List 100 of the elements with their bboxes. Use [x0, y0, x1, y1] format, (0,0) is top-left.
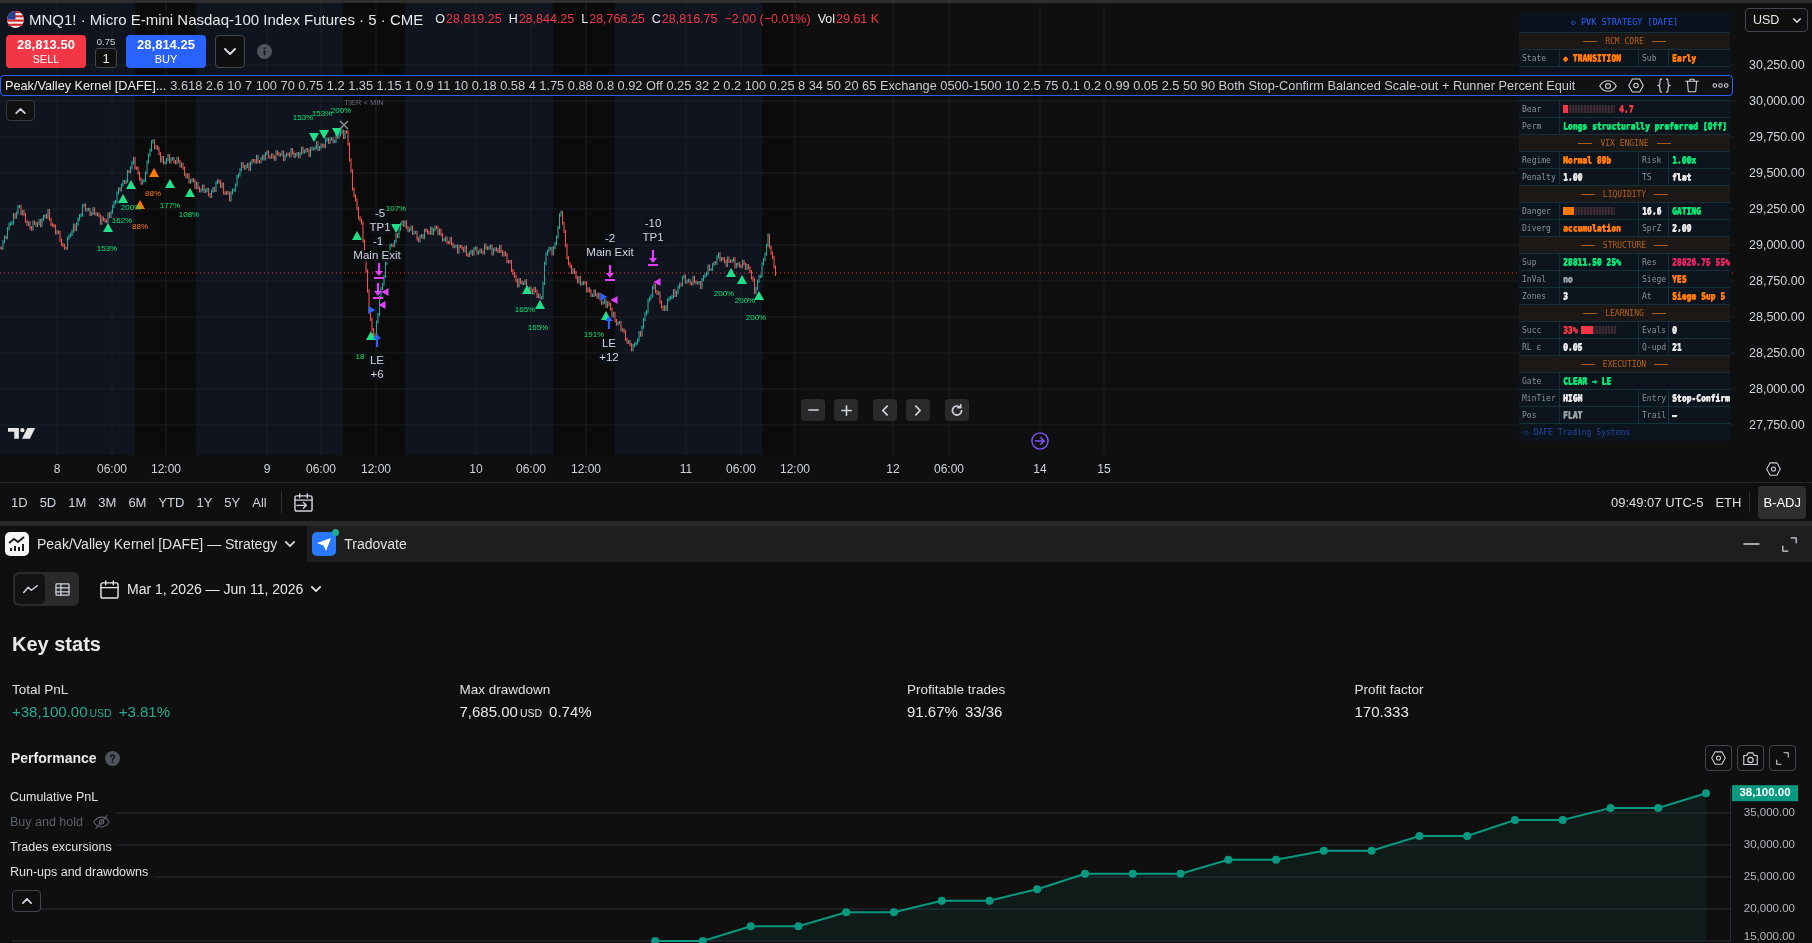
table-cell: 16.6 [1638, 203, 1668, 219]
axis-label: 35,000.00 [1743, 806, 1795, 819]
table-cell: Stop-Confirm [1668, 390, 1730, 406]
spread-value: 0.75 [96, 36, 116, 48]
signal-label: 165% [514, 306, 536, 314]
stat-value: 170.333 [1354, 702, 1409, 722]
signal-label: 153% [96, 245, 118, 253]
time-label: 06:00 [726, 462, 756, 476]
table-cell: 1.00x [1668, 152, 1730, 168]
stat-change: 0.74% [549, 702, 592, 722]
signal-label: 177% [159, 202, 181, 210]
trade-label: TP1 [368, 222, 392, 234]
trade-label: +6 [369, 369, 385, 381]
axis-label: 15,000.00 [1743, 930, 1795, 943]
table-cell: HIGH [1559, 390, 1638, 406]
section-title: LIQUIDITY [1602, 189, 1647, 199]
time-label: 06:00 [516, 462, 546, 476]
trade-label: -5 [373, 208, 387, 220]
price-label: 29,250.00 [1748, 201, 1805, 218]
row-label: Penalty [1521, 171, 1557, 184]
row-label: Trail [1638, 407, 1668, 423]
row-label: Danger [1521, 205, 1552, 218]
row-label: Pos [1521, 409, 1538, 422]
section-title: RCM CORE [1605, 36, 1644, 46]
row-label: Risk [1638, 152, 1668, 168]
stat-change: +3.81% [118, 702, 170, 722]
indicator-params: 3.618 2.6 10 7 100 70 0.75 1.2 1.35 1.15 1 0.9 11 10 0.18 0.58 4 1.75 0.88 0.8 0.92 Off 0.25 32 2 0.2 100 0.25 8 34 50 20 65 Exchange 0500-1500 10 2.5 75 0.1 0.2 0.99 0.05 2.5 50 90 Both Stop-Confirm Balanced Scale-out + Runner Percent Equit [170, 78, 1576, 93]
section-title: STRUCTURE [1602, 240, 1647, 250]
table-cell: CLEAR → LE [1559, 373, 1730, 389]
price-label: 28,000.00 [1748, 381, 1805, 398]
axis-label: 20,000.00 [1743, 902, 1795, 915]
trade-label: -1 [371, 236, 385, 248]
row-label: Succ [1521, 324, 1543, 337]
price-label: 29,500.00 [1748, 165, 1805, 182]
clock: 09:49:07 UTC-5 [1610, 494, 1704, 510]
price-label: 30,250.00 [1748, 57, 1805, 74]
row-label: InVal [1521, 273, 1548, 286]
section-title: VIX ENGINE [1600, 138, 1649, 148]
table-cell: GATING [1668, 203, 1730, 219]
row-label: Sup [1521, 256, 1538, 269]
row-label: Evals [1638, 322, 1668, 338]
meter-reading: 4.7 [1619, 104, 1634, 114]
row-label: State [1521, 52, 1548, 65]
row-label: MinTier [1521, 392, 1557, 405]
time-label: 8 [53, 462, 61, 476]
signal-label: 88% [132, 223, 148, 231]
time-label: 06:00 [934, 462, 964, 476]
price-label: 30,000.00 [1748, 93, 1805, 110]
time-label: 06:00 [306, 462, 336, 476]
table-cell: 0 [1668, 322, 1730, 338]
ohlc-value: 28,844.25 [518, 12, 575, 26]
signal-label: 108% [178, 211, 200, 219]
trade-label: +12 [598, 352, 620, 364]
time-label: 12:00 [780, 462, 810, 476]
trade-label: TP1 [641, 232, 665, 244]
price-label: 28,750.00 [1748, 273, 1805, 290]
row-label: RL ε [1521, 341, 1543, 354]
table-cell: YES [1668, 271, 1730, 287]
last-value-label: 38,100.00 [1732, 785, 1798, 802]
ohlc-label: C [651, 12, 661, 26]
table-cell: ◆ TRANSITION [1559, 50, 1638, 66]
table-cell: — [1668, 407, 1730, 423]
price-label: 28,500.00 [1748, 309, 1805, 326]
ohlc-value: 28,819.25 [446, 12, 502, 26]
signal-label: 107% [385, 205, 407, 213]
signal-label: 88% [145, 190, 161, 198]
stat-unit: USD [519, 706, 543, 721]
price-change: −2.00 (−0.01%) [724, 12, 811, 26]
trade-label: -10 [643, 218, 663, 230]
signal-label: 200% [734, 297, 756, 305]
stat-unit: USD [89, 706, 112, 721]
meter-reading: 33% [1563, 325, 1578, 335]
section-heading: Key stats [12, 632, 102, 656]
stat-value: +38,100.00 [12, 702, 88, 722]
ohlc-label: L [581, 12, 589, 26]
stat-value: 91.67% [907, 702, 958, 722]
time-label: 12 [886, 462, 900, 476]
signal-label: 200% [713, 290, 735, 298]
panel-footer: ◇ DAFE Trading Systems [1519, 423, 1730, 441]
table-cell: Normal 89b [1559, 152, 1638, 168]
signal-label: 200% [120, 204, 142, 212]
stat-label: Profitable trades [907, 681, 1007, 699]
table-cell: 28811.50 25% [1559, 254, 1638, 270]
row-label: Regime [1521, 154, 1552, 167]
ohlc-label: H [508, 12, 518, 26]
row-label: Bear [1521, 103, 1543, 116]
signal-label: 200% [745, 314, 767, 322]
time-label: 10 [469, 462, 483, 476]
signal-label: 153% [292, 114, 314, 122]
time-label: 15 [1097, 462, 1111, 476]
row-label: Siege [1638, 271, 1668, 287]
stat-value: 7,685.00 [459, 702, 518, 722]
signal-label: 162% [111, 217, 133, 225]
trade-label: -2 [603, 233, 617, 245]
time-label: 12:00 [361, 462, 391, 476]
time-label: 14 [1033, 462, 1047, 476]
signal-label: 165% [527, 324, 549, 332]
row-label: Diverg [1521, 222, 1552, 235]
row-label: Entry [1638, 390, 1668, 406]
trade-label: LE [368, 355, 386, 367]
